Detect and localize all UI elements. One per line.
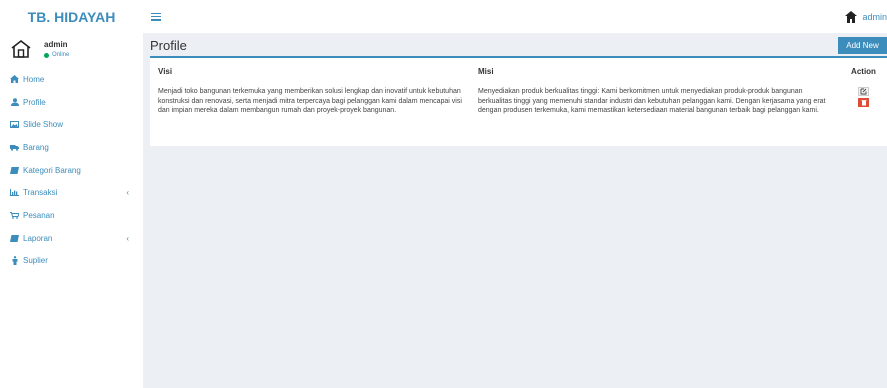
image-icon: [10, 121, 19, 129]
user-menu[interactable]: admin: [844, 9, 887, 24]
column-header-visi: Visi: [158, 67, 173, 76]
sidebar-item-laporan[interactable]: Laporan ‹: [0, 227, 143, 250]
cart-icon: [10, 211, 19, 219]
sidebar-item-kategori-barang[interactable]: Kategori Barang: [0, 159, 143, 182]
sidebar-item-home[interactable]: Home: [0, 68, 143, 91]
book-icon: [10, 166, 19, 174]
table-header-row: Visi Misi Action: [150, 58, 887, 82]
edit-icon: [860, 88, 867, 95]
bar-chart-icon: [10, 189, 19, 197]
profile-table: Visi Misi Action Menjadi toko bangunan t…: [150, 58, 887, 121]
sidebar-item-transaksi[interactable]: Transaksi ‹: [0, 181, 143, 204]
page-title: Profile: [150, 38, 187, 53]
sidebar-item-suplier[interactable]: Suplier: [0, 250, 143, 273]
sidebar-toggle-icon[interactable]: [151, 12, 161, 21]
sidebar-item-slide-show[interactable]: Slide Show: [0, 113, 143, 136]
misi-cell: Menyediakan produk berkualitas tinggi: K…: [478, 88, 826, 114]
top-navbar: admin: [143, 0, 887, 33]
user-avatar-icon: [844, 9, 859, 24]
action-cell: [840, 82, 887, 121]
edit-button[interactable]: [858, 87, 869, 96]
column-header-action: Action: [851, 67, 876, 76]
book-icon: [10, 234, 19, 242]
user-icon: [10, 98, 19, 107]
chevron-left-icon: ‹: [126, 188, 129, 198]
user-menu-label: admin: [862, 11, 887, 22]
user-panel: admin Online: [0, 33, 143, 65]
person-icon: [10, 256, 19, 266]
add-new-button[interactable]: Add New: [838, 37, 887, 54]
trash-icon: [861, 100, 866, 106]
brand-logo[interactable]: TB. HIDAYAH: [0, 0, 143, 33]
visi-cell: Menjadi toko bangunan terkemuka yang mem…: [158, 88, 462, 114]
truck-icon: [10, 143, 19, 151]
sidebar: admin Online Home Profile Slide Show Bar…: [0, 33, 143, 388]
profile-table-box: Visi Misi Action Menjadi toko bangunan t…: [150, 56, 887, 146]
sidebar-menu: Home Profile Slide Show Barang Kategori …: [0, 68, 143, 272]
home-icon: [10, 75, 19, 84]
brand-text: TB. HIDAYAH: [27, 8, 116, 25]
avatar: [11, 39, 31, 58]
chevron-left-icon: ‹: [126, 233, 129, 243]
sidebar-item-pesanan[interactable]: Pesanan: [0, 204, 143, 227]
column-header-misi: Misi: [478, 67, 494, 76]
delete-button[interactable]: [858, 98, 869, 107]
sidebar-item-barang[interactable]: Barang: [0, 136, 143, 159]
user-name: admin: [44, 40, 68, 49]
sidebar-item-profile[interactable]: Profile: [0, 91, 143, 114]
online-status-icon: [44, 52, 49, 58]
table-row: Menjadi toko bangunan terkemuka yang mem…: [150, 82, 887, 121]
user-status: Online: [44, 52, 69, 58]
